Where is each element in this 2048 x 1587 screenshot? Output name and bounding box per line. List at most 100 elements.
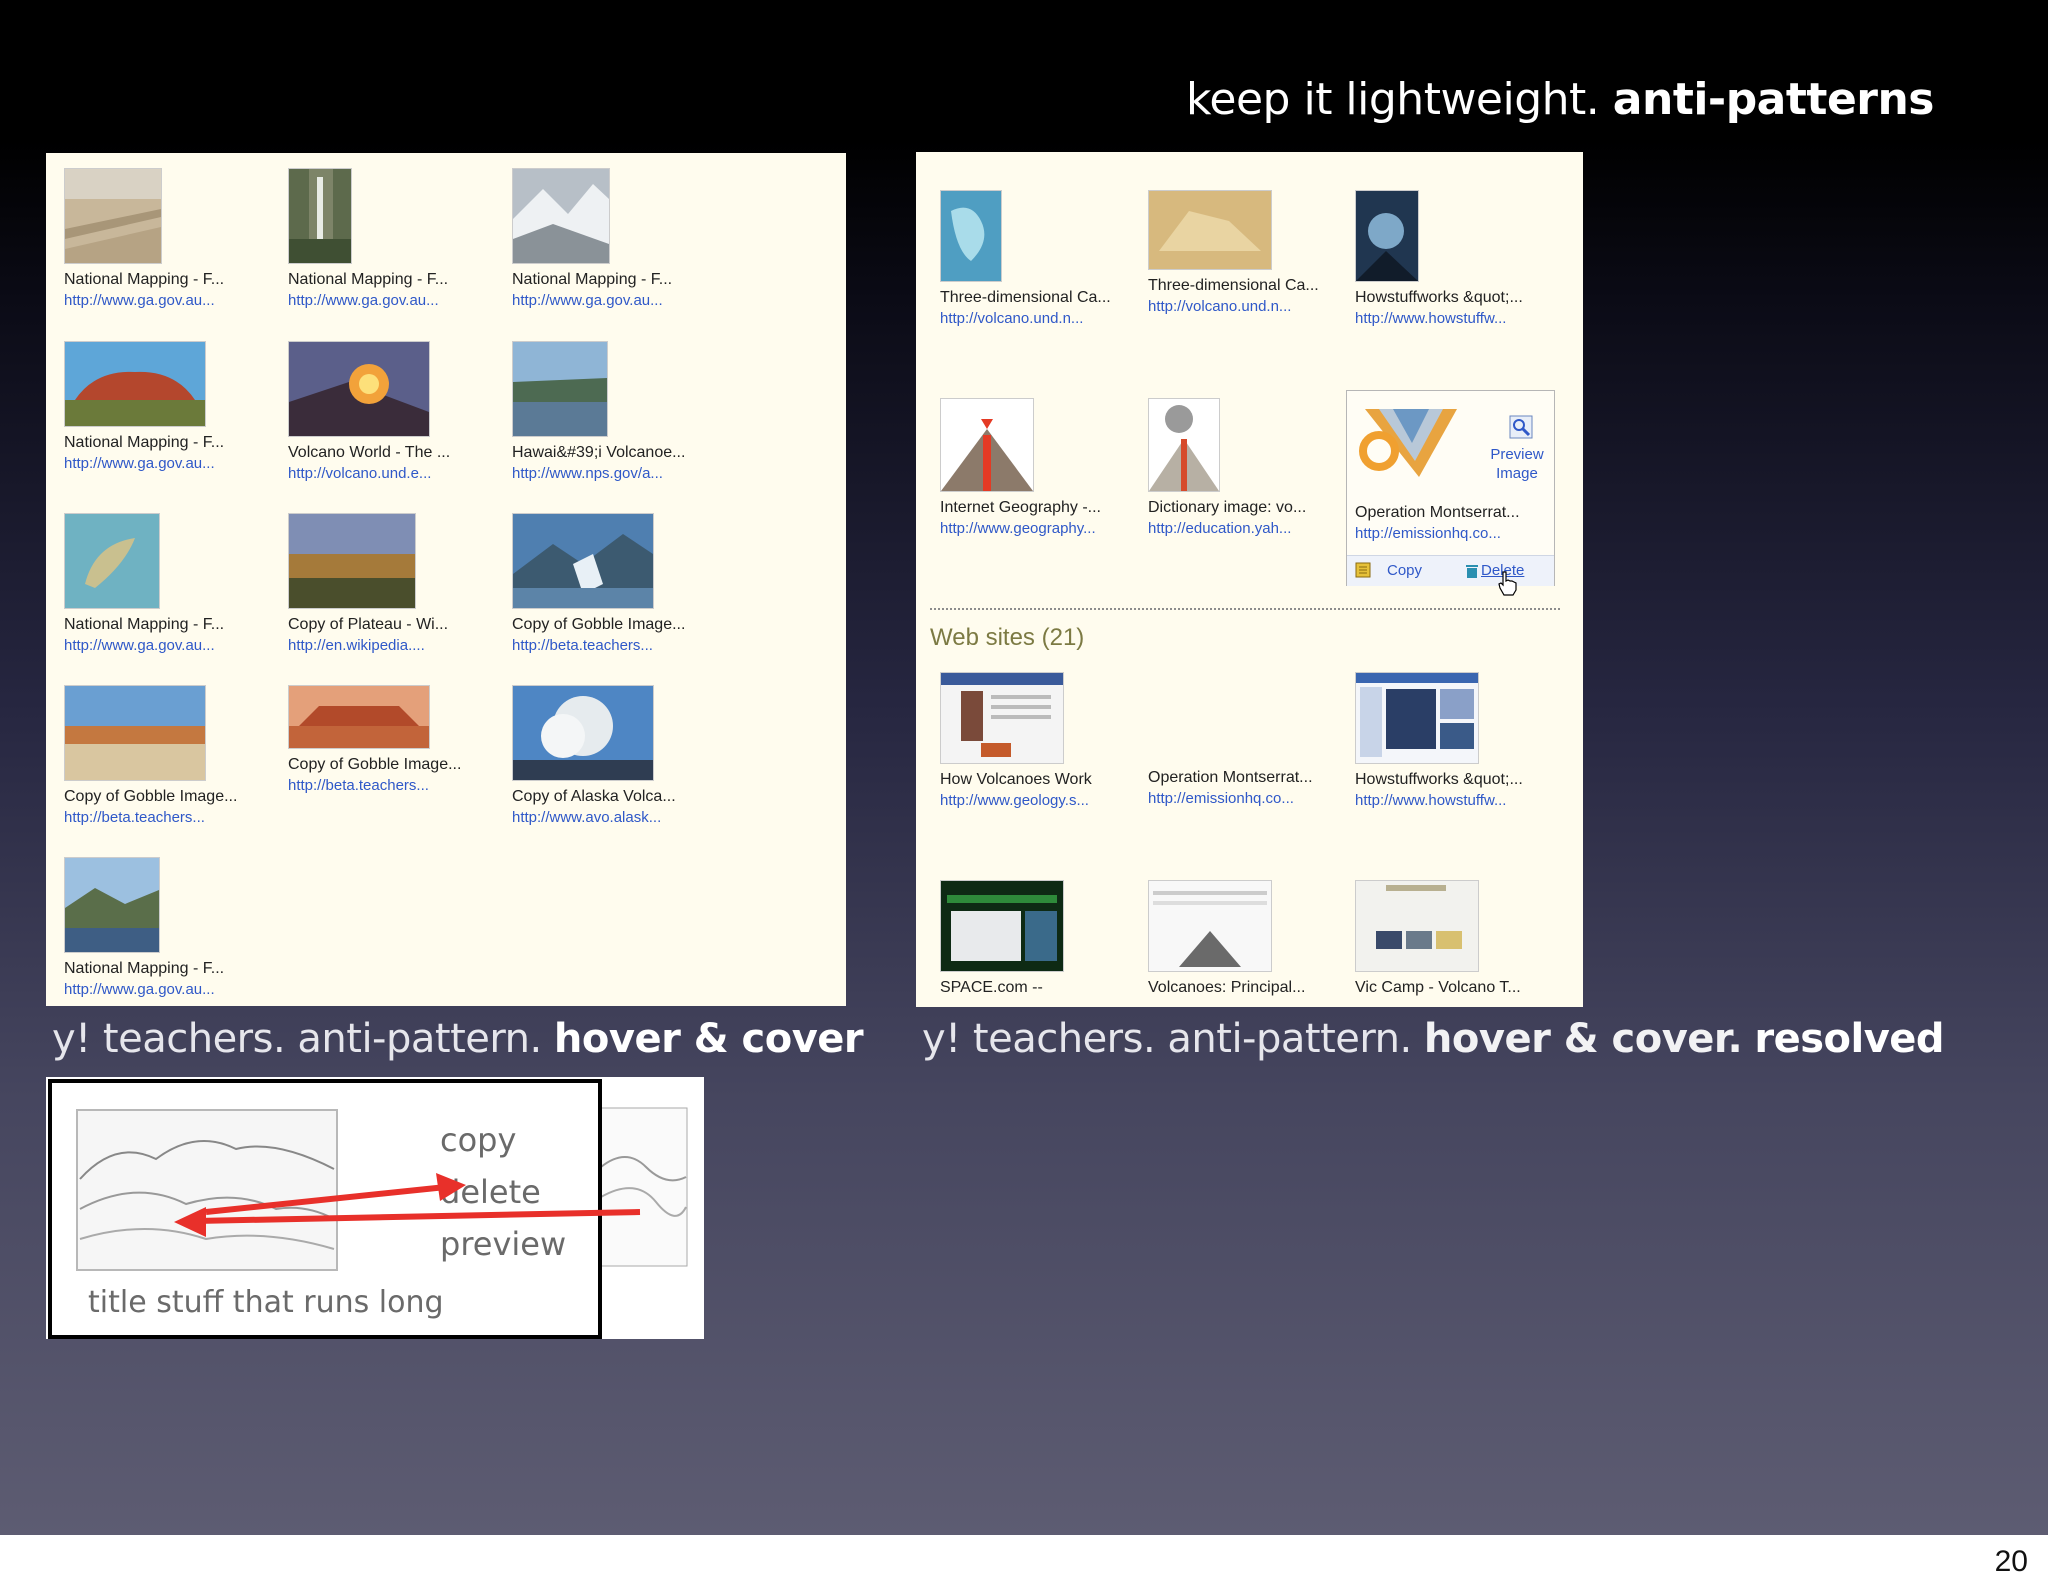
tile-url-link[interactable]: http://www.ga.gov.au... [288,292,488,309]
tile-url-link[interactable]: http://education.yah... [1148,520,1348,537]
tile-url-link[interactable]: http://emissionhq.co... [1355,525,1555,542]
tile-url-link[interactable]: http://www.howstuffw... [1355,310,1555,327]
image-tile[interactable]: National Mapping - F... http://www.ga.go… [64,857,264,998]
volcano-cross-section-thumbnail [940,398,1034,492]
image-tile[interactable]: Internet Geography -... http://www.geogr… [940,398,1140,537]
hover-cover-sketch: copy delete preview title stuff that run… [46,1077,704,1339]
tile-title: Copy of Alaska Volca... [512,788,676,805]
tile-url-link[interactable]: http://www.ga.gov.au... [64,292,264,309]
image-tile[interactable]: Three-dimensional Ca... http://volcano.u… [1148,190,1348,315]
copy-link[interactable]: Copy [1387,562,1422,579]
image-tile[interactable]: Volcano World - The ... http://volcano.u… [288,341,488,482]
plateau-thumbnail [288,513,416,609]
tile-url-link[interactable]: http://www.howstuffw... [1355,792,1555,809]
snow-mountains-thumbnail [512,168,610,264]
magnifier-icon[interactable] [1509,415,1533,439]
tile-url-link[interactable]: http://volcano.und.n... [1148,298,1348,315]
eruption-cloud-thumbnail [512,685,654,781]
tile-title: Howstuffworks &quot;... [1355,771,1523,788]
tile-url-link[interactable]: http://www.ga.gov.au... [512,292,712,309]
earth-layers-thumbnail [1359,409,1457,477]
tile-url-link[interactable]: http://volcano.und.n... [940,310,1140,327]
lake-thumbnail [512,341,608,437]
waterfall-thumbnail [288,168,352,264]
red-arrow-line [205,1184,447,1215]
image-tile[interactable]: Copy of Plateau - Wi... http://en.wikipe… [288,513,488,654]
tile-url-link[interactable]: http://www.nps.gov/a... [512,465,712,482]
relief-blue-thumbnail [940,190,1002,282]
right-caption-bold: resolved [1754,1016,1945,1062]
tile-url-link[interactable]: http://beta.teachers... [64,809,264,826]
tile-title: National Mapping - F... [64,271,225,288]
image-tile[interactable]: National Mapping - F... http://www.ga.go… [64,513,264,654]
website-tile[interactable]: How Volcanoes Work http://www.geology.s.… [940,672,1140,809]
right-screenshot-panel: Three-dimensional Ca... http://volcano.u… [916,152,1583,1007]
tile-title: Copy of Gobble Image... [64,788,238,805]
image-tile[interactable]: National Mapping - F... http://www.ga.go… [64,341,264,472]
image-tile[interactable]: Howstuffworks &quot;... http://www.howst… [1355,190,1555,327]
slide-title-bold: anti-patterns [1612,74,1935,125]
preview-label-line2: Image [1496,465,1538,482]
tile-title: Three-dimensional Ca... [1148,277,1319,294]
copy-icon[interactable] [1355,562,1371,578]
tile-url-link[interactable]: http://en.wikipedia.... [288,637,488,654]
preview-image-link[interactable]: Preview Image [1477,445,1557,483]
tile-title: Vic Camp - Volcano T... [1355,979,1521,996]
tile-title: Operation Montserrat... [1148,769,1313,786]
trash-icon[interactable] [1465,563,1479,579]
tile-title: Volcano World - The ... [288,444,451,461]
website-tile[interactable]: Vic Camp - Volcano T... [1355,880,1555,997]
image-tile[interactable]: Dictionary image: vo... http://education… [1148,398,1348,537]
tile-title: National Mapping - F... [64,960,225,977]
tile-url-link[interactable]: http://www.geography... [940,520,1140,537]
tile-url-link[interactable]: http://www.ga.gov.au... [64,455,264,472]
tile-title: Dictionary image: vo... [1148,499,1307,516]
image-tile[interactable]: National Mapping - F... http://www.ga.go… [512,168,712,309]
tile-url-link[interactable]: http://volcano.und.e... [288,465,488,482]
site-howstuffworks-thumbnail [1355,672,1479,764]
image-tile[interactable]: Copy of Alaska Volca... http://www.avo.a… [512,685,712,826]
website-tile[interactable]: Operation Montserrat... http://emissionh… [1148,672,1348,807]
tile-url-link[interactable]: http://beta.teachers... [288,777,488,794]
image-tile[interactable]: National Mapping - F... http://www.ga.go… [288,168,488,309]
desert-road-thumbnail [64,168,162,264]
eruption-dark-thumbnail [1355,190,1419,282]
preview-label-line1: Preview [1490,446,1544,463]
volcano-diagram-thumbnail [1148,398,1220,492]
tile-title: Copy of Gobble Image... [288,756,462,773]
page-number: 20 [1994,1545,2028,1578]
image-tile[interactable]: Copy of Gobble Image... http://beta.teac… [64,685,264,826]
desert-beach-thumbnail [64,685,206,781]
tile-title: National Mapping - F... [64,616,225,633]
tile-title: National Mapping - F... [64,434,225,451]
tile-title: Internet Geography -... [940,499,1101,516]
image-tile[interactable]: Copy of Gobble Image... http://beta.teac… [512,513,712,654]
website-tile[interactable]: Howstuffworks &quot;... http://www.howst… [1355,672,1555,809]
tile-url-link[interactable]: http://www.ga.gov.au... [64,637,264,654]
image-tile[interactable]: Copy of Gobble Image... http://beta.teac… [288,685,488,794]
tile-title: Operation Montserrat... [1355,504,1520,521]
site-geology-thumbnail [940,672,1064,764]
left-caption-light: y! teachers. anti-pattern. [52,1016,542,1062]
tile-title: How Volcanoes Work [940,771,1092,788]
right-caption-mid: hover & cover. [1423,1016,1743,1062]
hovered-image-card[interactable]: Operation Montserrat... http://emissionh… [1346,390,1557,596]
tile-url-link[interactable]: http://beta.teachers... [512,637,712,654]
tile-url-link[interactable]: http://www.ga.gov.au... [64,981,264,998]
tile-title: Hawai&#39;i Volcanoe... [512,444,686,461]
website-tile[interactable]: Volcanoes: Principal... [1148,880,1348,997]
tile-url-link[interactable]: http://www.avo.alask... [512,809,712,826]
left-screenshot-panel: National Mapping - F... http://www.ga.go… [46,153,846,1006]
image-tile[interactable]: National Mapping - F... http://www.ga.go… [64,168,264,309]
image-tile[interactable]: Hawai&#39;i Volcanoe... http://www.nps.g… [512,341,712,482]
left-caption-bold: hover & cover [553,1016,864,1062]
hover-action-bar: Copy Delete [1347,555,1554,596]
website-tile[interactable]: SPACE.com -- [940,880,1140,997]
island-thumbnail [64,513,160,609]
red-arrowhead [436,1173,466,1201]
slide-footer: 20 [0,1535,2048,1587]
right-caption: y! teachers. anti-pattern. hover & cover… [922,1016,1945,1062]
tile-url-link[interactable]: http://www.geology.s... [940,792,1140,809]
image-tile[interactable]: Three-dimensional Ca... http://volcano.u… [940,190,1140,327]
tile-url-link[interactable]: http://emissionhq.co... [1148,790,1348,807]
